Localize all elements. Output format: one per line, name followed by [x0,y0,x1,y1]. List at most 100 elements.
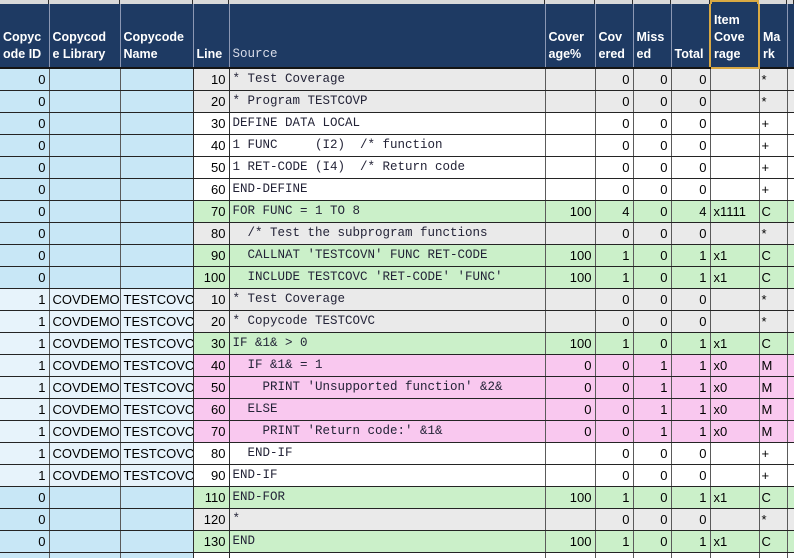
cell-missed[interactable]: 0 [633,112,671,134]
cell-name[interactable]: TESTCOVC [120,332,193,354]
cell-source[interactable]: DEFINE DATA LOCAL [229,112,545,134]
cell-filler[interactable] [787,332,794,354]
cell-name[interactable]: TESTCOVC [120,442,193,464]
cell-item[interactable]: x1 [710,266,759,288]
cell-line[interactable]: 130 [193,530,229,552]
cell-source[interactable]: CALLNAT 'TESTCOVN' FUNC RET-CODE [229,244,545,266]
cell-id[interactable]: 0 [0,200,49,222]
cell-missed[interactable]: 0 [633,244,671,266]
cell-filler[interactable] [787,90,794,112]
cell-mark[interactable]: + [759,178,787,200]
cell-covered[interactable]: 0 [595,288,633,310]
cell-line[interactable]: 70 [193,420,229,442]
cell-line[interactable]: 100 [193,266,229,288]
cell-mark[interactable]: C [759,486,787,508]
cell-covered[interactable]: 1 [595,244,633,266]
cell-filler[interactable] [787,310,794,332]
cell-id[interactable]: 1 [0,288,49,310]
cell-filler[interactable] [787,266,794,288]
cell-missed[interactable]: 0 [633,508,671,530]
cell-library[interactable]: COVDEMO [49,354,120,376]
cell-source[interactable]: IF &1& = 1 [229,354,545,376]
cell-covered[interactable]: 1 [595,332,633,354]
column-header-line[interactable]: Line [193,4,229,68]
cell-missed[interactable]: 0 [633,464,671,486]
cell-coverage[interactable]: 100 [545,200,595,222]
cell-item[interactable] [710,112,759,134]
cell-line[interactable]: 110 [193,486,229,508]
cell-id[interactable]: 0 [0,222,49,244]
cell-covered[interactable]: 1 [595,486,633,508]
cell-name[interactable] [120,266,193,288]
cell-library[interactable] [49,112,120,134]
cell-name[interactable]: TESTCOVC [120,376,193,398]
cell-coverage[interactable]: 0 [545,376,595,398]
cell-name[interactable]: TESTCOVC [120,354,193,376]
cell-coverage[interactable] [545,222,595,244]
cell-total[interactable]: 0 [671,508,710,530]
column-header-coverage[interactable]: Cover age% [545,4,595,68]
cell-mark[interactable]: * [759,310,787,332]
cell-covered[interactable]: 0 [595,134,633,156]
cell-source[interactable]: * Program TESTCOVP [229,90,545,112]
cell-total[interactable]: 1 [671,420,710,442]
cell-covered[interactable]: 0 [595,420,633,442]
cell-mark[interactable]: C [759,266,787,288]
cell-item[interactable]: x1 [710,530,759,552]
cell-coverage[interactable] [545,178,595,200]
cell-coverage[interactable] [545,134,595,156]
cell-source[interactable]: ELSE [229,398,545,420]
cell-source[interactable]: * Test Coverage [229,68,545,90]
cell-item[interactable] [710,464,759,486]
cell-id[interactable]: 1 [0,332,49,354]
cell-covered[interactable]: 1 [595,266,633,288]
cell-filler[interactable] [787,178,794,200]
cell-name[interactable] [120,112,193,134]
cell-id[interactable]: 0 [0,134,49,156]
cell-library[interactable] [49,530,120,552]
column-header-mark[interactable]: Ma rk [759,4,787,68]
cell-coverage[interactable] [545,310,595,332]
cell-id[interactable]: 0 [0,178,49,200]
cell-line[interactable]: 80 [193,442,229,464]
cell-item[interactable] [710,310,759,332]
cell-item[interactable]: x0 [710,354,759,376]
cell-source[interactable]: * [229,508,545,530]
cell-coverage[interactable]: 0 [545,398,595,420]
cell-missed[interactable]: 0 [633,178,671,200]
cell-item[interactable] [710,442,759,464]
cell-mark[interactable]: M [759,420,787,442]
cell-line[interactable]: 10 [193,68,229,90]
cell-coverage[interactable]: 100 [545,332,595,354]
cell-total[interactable]: 0 [671,68,710,90]
cell-library[interactable]: COVDEMO [49,376,120,398]
cell-source[interactable]: END-FOR [229,486,545,508]
cell-item[interactable] [710,288,759,310]
cell-library[interactable]: COVDEMO [49,420,120,442]
cell-line[interactable]: 20 [193,90,229,112]
cell-missed[interactable]: 0 [633,200,671,222]
cell-mark[interactable]: * [759,68,787,90]
cell-name[interactable] [120,178,193,200]
cell-missed[interactable]: 0 [633,222,671,244]
cell-name[interactable]: TESTCOVC [120,310,193,332]
cell-source[interactable]: END-IF [229,442,545,464]
cell-name[interactable]: TESTCOVC [120,420,193,442]
cell-item[interactable]: x0 [710,398,759,420]
cell-line[interactable]: 40 [193,354,229,376]
cell-name[interactable] [120,244,193,266]
cell-library[interactable] [49,156,120,178]
cell-filler[interactable] [787,112,794,134]
cell-missed[interactable]: 0 [633,288,671,310]
cell-line[interactable]: 90 [193,464,229,486]
cell-covered[interactable]: 0 [595,310,633,332]
cell-mark[interactable]: M [759,376,787,398]
cell-item[interactable] [710,90,759,112]
column-header-covered[interactable]: Cov ered [595,4,633,68]
cell-mark[interactable]: * [759,222,787,244]
cell-mark[interactable] [759,552,787,558]
cell-library[interactable]: COVDEMO [49,398,120,420]
cell-item[interactable]: x1 [710,486,759,508]
cell-library[interactable] [49,508,120,530]
cell-library[interactable] [49,552,120,558]
